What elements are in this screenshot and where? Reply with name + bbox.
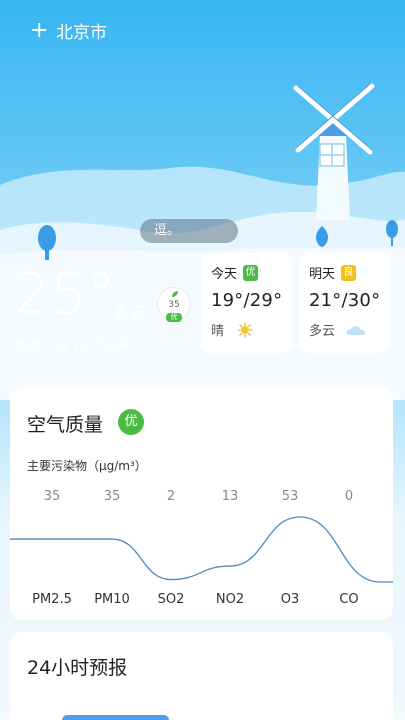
temperature-range: 19°/29° xyxy=(211,290,283,311)
publish-time: 08月31日 10:55发布 xyxy=(14,338,131,352)
air-quality-level-badge: 优 xyxy=(118,409,144,435)
plus-icon[interactable]: + xyxy=(30,19,48,42)
hourly-forecast-card[interactable]: 24小时预报 xyxy=(10,632,393,720)
pollutant-name: PM2.5 xyxy=(32,592,72,607)
city-selector[interactable]: + 北京市 xyxy=(30,18,107,43)
forecast-day: 今天 xyxy=(211,267,238,282)
hourly-forecast-title: 24小时预报 xyxy=(27,657,128,679)
current-condition: 多云 xyxy=(113,304,146,323)
forecast-card-tomorrow[interactable]: 明天 良 21°/30° 多云 xyxy=(299,253,390,353)
aqi-value: 35 xyxy=(168,300,180,310)
air-quality-card[interactable]: 空气质量 优 主要污染物（μg/m³） 35 35 2 13 53 0 PM2.… xyxy=(10,387,393,620)
hourly-temperature-bar xyxy=(62,715,169,720)
pollutant-unit-label: 主要污染物（μg/m³） xyxy=(27,459,147,473)
pollutant-curve-chart xyxy=(10,516,393,583)
cloud-icon xyxy=(346,325,366,335)
pollutant-value: 35 xyxy=(103,489,121,504)
aqi-level-badge: 良 xyxy=(341,264,357,281)
pollutant-name: O3 xyxy=(280,592,300,607)
forecast-day: 明天 xyxy=(309,267,336,282)
aqi-indicator[interactable]: 35 优 xyxy=(157,287,191,322)
forecast-card-today[interactable]: 今天 优 19°/29° 晴 xyxy=(201,253,292,353)
forecast-condition: 多云 xyxy=(309,324,336,339)
sun-icon xyxy=(237,321,253,338)
pollutant-value: 0 xyxy=(344,489,354,504)
pollutant-value: 2 xyxy=(166,489,176,504)
pollutant-value: 35 xyxy=(43,489,61,504)
pollutant-name: CO xyxy=(339,592,359,607)
pollutant-names: PM2.5 PM10 SO2 NO2 O3 CO xyxy=(10,592,393,612)
pollutant-values: 35 35 2 13 53 0 xyxy=(10,489,393,509)
city-name: 北京市 xyxy=(56,23,107,43)
pollutant-value: 53 xyxy=(281,489,299,504)
pollutant-name: PM10 xyxy=(94,592,130,607)
aqi-level-badge: 优 xyxy=(166,313,182,322)
current-temperature: 25° xyxy=(14,262,117,327)
notice-text: 逗。 xyxy=(154,223,181,238)
temperature-range: 21°/30° xyxy=(309,290,381,311)
pollutant-curve xyxy=(10,516,393,583)
air-quality-title: 空气质量 xyxy=(27,414,104,436)
pollutant-name: SO2 xyxy=(157,592,185,607)
notice-bar[interactable]: 逗。 xyxy=(140,219,238,243)
pollutant-value: 13 xyxy=(221,489,239,504)
forecast-condition: 晴 xyxy=(211,324,225,339)
pollutant-name: NO2 xyxy=(215,592,245,607)
leaf-icon xyxy=(172,291,178,297)
aqi-level-badge: 优 xyxy=(243,264,259,281)
